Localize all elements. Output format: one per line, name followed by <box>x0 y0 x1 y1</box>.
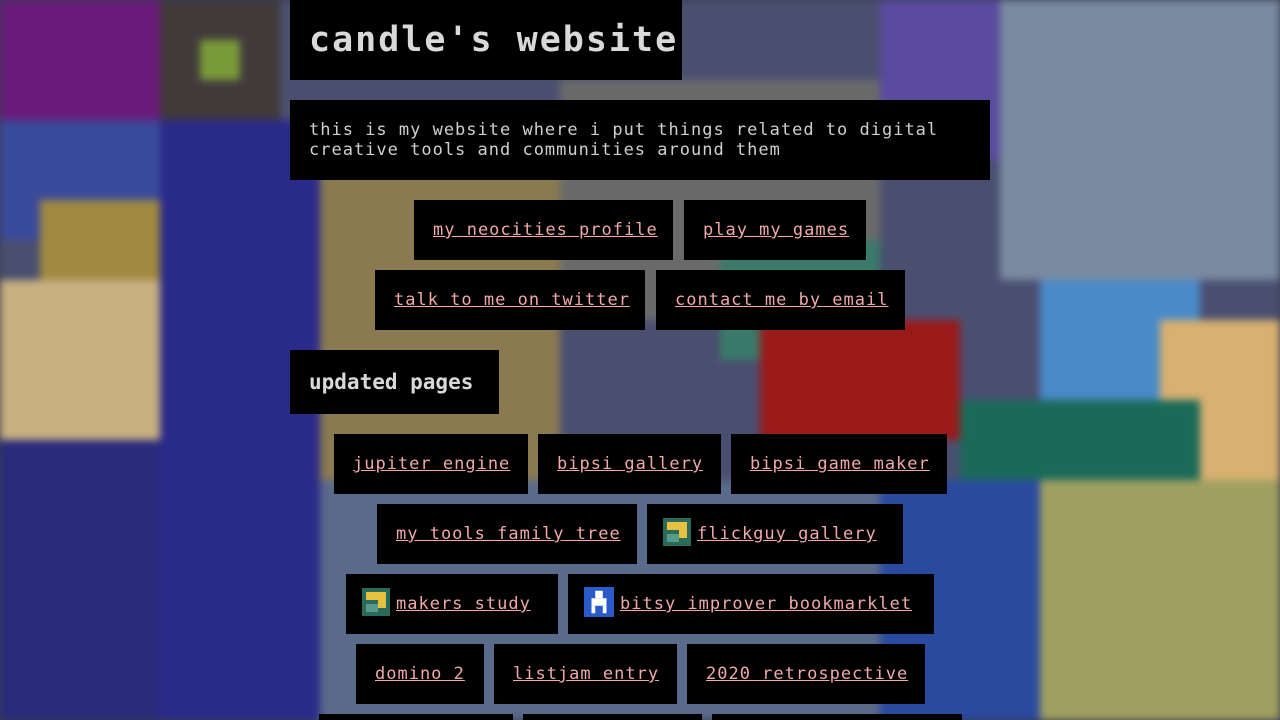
page-link-flickguy-gallery[interactable]: flickguy gallery <box>697 524 877 544</box>
page-item: bitsy improver bookmarklet <box>568 574 934 634</box>
page-item: flickguy gallery <box>647 504 903 564</box>
page-item: bipsi game maker <box>731 434 947 494</box>
page-item: my tools family tree <box>377 504 637 564</box>
page-item: jupiter engine <box>334 434 528 494</box>
neocities-profile-link[interactable]: my neocities profile <box>433 220 658 240</box>
page-item: domino 2 <box>356 644 484 704</box>
page-link-jupiter-engine[interactable]: jupiter engine <box>353 454 510 474</box>
page-item <box>712 714 962 720</box>
play-games-link[interactable]: play my games <box>703 220 849 240</box>
updated-pages-heading: updated pages <box>309 370 474 394</box>
page-link-tools-family-tree[interactable]: my tools family tree <box>396 524 621 544</box>
intro-box: this is my website where i put things re… <box>290 100 990 180</box>
neocities-link-box: my neocities profile <box>414 200 673 260</box>
site-title: candle's website <box>309 20 679 60</box>
games-link-box: play my games <box>684 200 866 260</box>
flickguy-icon <box>362 588 390 620</box>
twitter-link[interactable]: talk to me on twitter <box>394 290 630 310</box>
page-link-bitsy-improver[interactable]: bitsy improver bookmarklet <box>620 594 912 614</box>
site-title-box: candle's website <box>290 0 682 80</box>
intro-line-1: this is my website where i put things re… <box>309 120 939 140</box>
page-link-domino-2[interactable]: domino 2 <box>375 664 465 684</box>
page-item: 2020 retrospective <box>687 644 925 704</box>
email-link[interactable]: contact me by email <box>675 290 888 310</box>
page-link-2020-retrospective[interactable]: 2020 retrospective <box>706 664 908 684</box>
bitsy-avatar-icon <box>584 587 614 621</box>
page-item: listjam entry <box>494 644 677 704</box>
page-item: bipsi gallery <box>538 434 721 494</box>
page-item <box>523 714 702 720</box>
flickguy-icon <box>663 518 691 550</box>
updated-pages-heading-box: updated pages <box>290 350 499 414</box>
page-link-bipsi-gallery[interactable]: bipsi gallery <box>557 454 703 474</box>
page-link-listjam-entry[interactable]: listjam entry <box>513 664 659 684</box>
page-link-makers-study[interactable]: makers study <box>396 594 531 614</box>
twitter-link-box: talk to me on twitter <box>375 270 645 330</box>
page-item: makers study <box>346 574 558 634</box>
page-item <box>319 714 513 720</box>
intro-line-2: creative tools and communities around th… <box>309 140 781 160</box>
email-link-box: contact me by email <box>656 270 905 330</box>
page-link-bipsi-game-maker[interactable]: bipsi game maker <box>750 454 930 474</box>
